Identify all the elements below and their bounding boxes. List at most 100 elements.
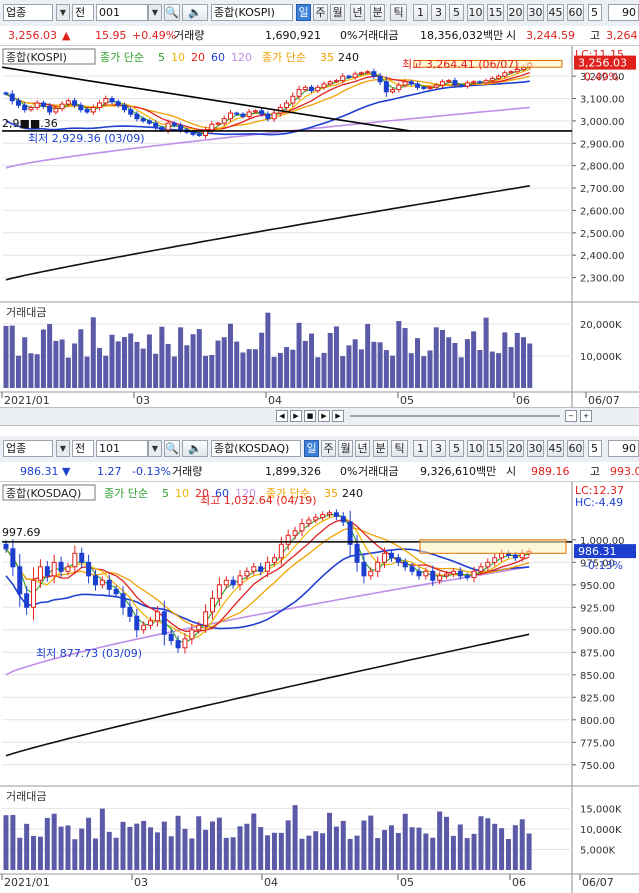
interval-45[interactable]: 45 [547, 4, 564, 21]
candle-body [106, 579, 112, 590]
volume-bar [368, 815, 374, 870]
interval-1[interactable]: 1 [413, 4, 428, 21]
volume-bar [346, 345, 352, 388]
candle-body [215, 122, 221, 125]
type-select[interactable]: 전 [72, 440, 94, 457]
volume-bar [190, 334, 196, 388]
last-icon[interactable]: ▶ [332, 410, 344, 422]
interval-15[interactable]: 15 [487, 4, 504, 21]
volume-bar [161, 821, 167, 870]
amount-value: 18,356,032백만 [420, 29, 504, 42]
search-icon[interactable]: 🔍 [164, 4, 180, 21]
count-field[interactable]: 5 [588, 4, 602, 21]
view-count-field[interactable]: 90 [608, 4, 639, 21]
period-tick[interactable]: 틱 [390, 4, 407, 21]
scroll-track[interactable] [350, 415, 560, 417]
volume-bar [395, 832, 401, 870]
interval-60[interactable]: 60 [567, 440, 584, 457]
volume-bar [502, 332, 508, 388]
speaker-icon[interactable]: 🔈 [182, 4, 208, 21]
period-day[interactable]: 일 [296, 4, 311, 21]
period-week[interactable]: 주 [321, 440, 336, 457]
interval-45[interactable]: 45 [547, 440, 564, 457]
interval-1[interactable]: 1 [413, 440, 428, 457]
interval-20[interactable]: 20 [507, 4, 524, 21]
code-input[interactable]: 101 [96, 440, 148, 457]
interval-30[interactable]: 30 [527, 440, 544, 457]
volume-bar [327, 332, 333, 388]
candle-body [416, 570, 422, 577]
market-select[interactable]: 업종 [3, 440, 53, 457]
stop-icon[interactable]: ■ [304, 410, 316, 422]
volume-bar [496, 353, 502, 388]
volume-bar [227, 323, 233, 388]
volume-bar [203, 355, 209, 388]
price-change-pct: +0.49% [132, 29, 177, 42]
code-input[interactable]: 001 [96, 4, 148, 21]
candle-body [178, 124, 184, 131]
volume-bar [127, 826, 133, 870]
candle-body [333, 512, 339, 517]
kospi-scroll-navigator[interactable]: ◀ ▶ ■ ▶ ▶ − + [0, 407, 639, 426]
kospi-candlestick-chart[interactable]: 3,200.003,100.003,000.002,900.002,800.00… [0, 46, 639, 410]
amount-label: 거래대금 [358, 465, 399, 478]
interval-10[interactable]: 10 [467, 440, 484, 457]
legend-index-name: 종합(KOSPI) [6, 51, 67, 64]
view-count-field[interactable]: 90 [608, 440, 639, 457]
period-tick[interactable]: 틱 [391, 440, 408, 457]
period-month[interactable]: 월 [338, 440, 353, 457]
interval-60[interactable]: 60 [567, 4, 584, 21]
volume-bar [34, 354, 40, 388]
date-label: 06 [516, 394, 530, 407]
candle-body [519, 552, 525, 559]
candle-body [352, 73, 358, 78]
speaker-icon[interactable]: 🔈 [182, 440, 208, 457]
volume-bar [512, 825, 518, 870]
candle-body [237, 575, 243, 586]
interval-15[interactable]: 15 [487, 440, 504, 457]
market-select[interactable]: 업종 [3, 4, 53, 21]
next-icon[interactable]: ▶ [318, 410, 330, 422]
kospi-chart-area[interactable]: 3,200.00 3,100.00 3,000.00 2,900.00 2,800.00… [0, 46, 639, 410]
interval-3[interactable]: 3 [431, 4, 446, 21]
interval-10[interactable]: 10 [467, 4, 484, 21]
interval-3[interactable]: 3 [431, 440, 446, 457]
period-year[interactable]: 년 [355, 440, 370, 457]
candle-body [296, 89, 302, 97]
first-icon[interactable]: ◀ [276, 410, 288, 422]
candle-body [128, 109, 134, 115]
candle-body [203, 611, 209, 626]
candle-body [421, 86, 427, 89]
period-week[interactable]: 주 [313, 4, 328, 21]
volume-bar [251, 813, 257, 870]
volume-bar [499, 828, 505, 870]
chevron-down-icon[interactable]: ▼ [56, 440, 70, 457]
search-icon[interactable]: 🔍 [164, 440, 180, 457]
volume-bar [59, 339, 65, 388]
volume-bar [352, 339, 358, 388]
zoom-out-icon[interactable]: − [565, 410, 577, 422]
chevron-down-icon[interactable]: ▼ [148, 4, 162, 21]
period-minute[interactable]: 분 [370, 4, 385, 21]
count-field[interactable]: 5 [588, 440, 602, 457]
volume-bar [78, 329, 84, 388]
interval-30[interactable]: 30 [527, 4, 544, 21]
period-month[interactable]: 월 [330, 4, 345, 21]
type-select[interactable]: 전 [72, 4, 94, 21]
kosdaq-candlestick-chart[interactable]: 1,000.00975.00950.00925.00900.00875.0085… [0, 482, 639, 893]
open-label: 시 [506, 29, 517, 42]
play-icon[interactable]: ▶ [290, 410, 302, 422]
interval-5[interactable]: 5 [449, 440, 464, 457]
volume-bar [458, 357, 464, 388]
interval-5[interactable]: 5 [449, 4, 464, 21]
price-tick-label: 3,100.00 [580, 95, 625, 106]
chevron-down-icon[interactable]: ▼ [56, 4, 70, 21]
zoom-in-icon[interactable]: + [580, 410, 592, 422]
chevron-down-icon[interactable]: ▼ [148, 440, 162, 457]
candle-body [223, 579, 229, 586]
period-year[interactable]: 년 [350, 4, 365, 21]
kosdaq-chart-area[interactable]: 1,000.00 975.00 950.00 925.00 900.00 875.00 85… [0, 482, 639, 893]
interval-20[interactable]: 20 [507, 440, 524, 457]
period-minute[interactable]: 분 [373, 440, 388, 457]
period-day[interactable]: 일 [304, 440, 319, 457]
